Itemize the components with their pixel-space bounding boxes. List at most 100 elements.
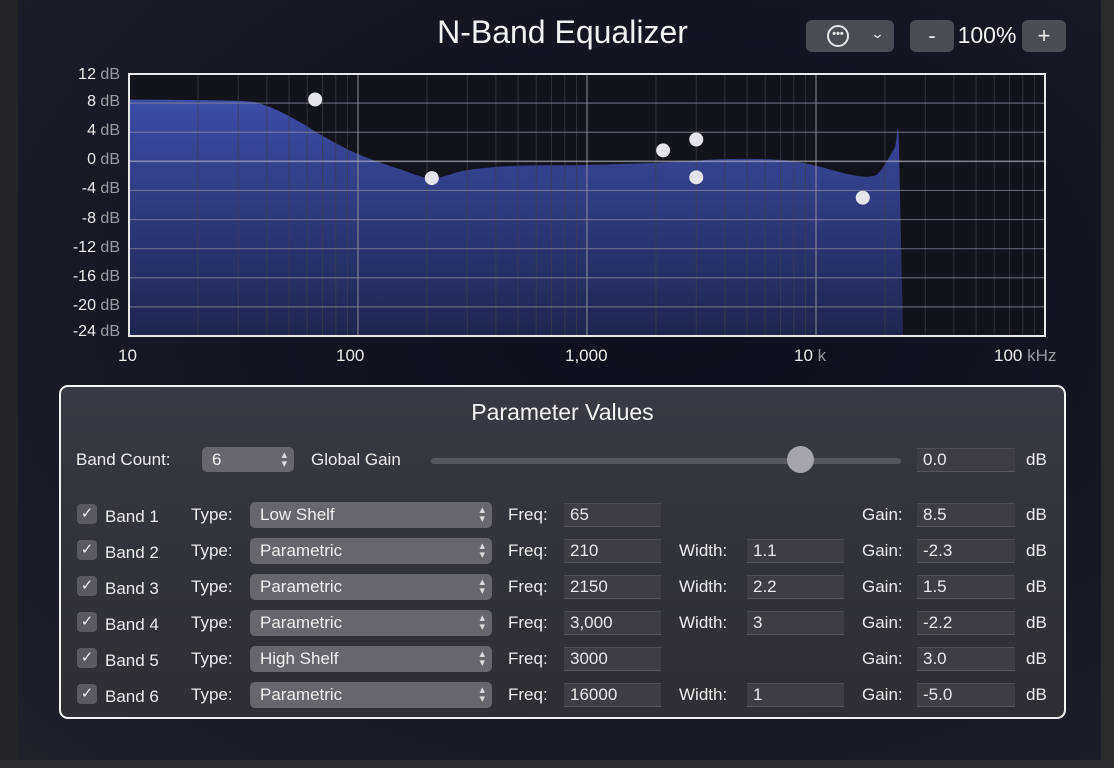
- y-tick-value: 4: [87, 122, 96, 140]
- band-5-freq-field[interactable]: 3000: [564, 647, 661, 671]
- x-tick-label: 1,000: [565, 346, 608, 366]
- y-tick-unit: dB: [100, 93, 120, 111]
- y-tick-label: 4 dB: [40, 122, 120, 140]
- band-5-type-label: Type:: [191, 649, 233, 668]
- band-5-enable-checkbox[interactable]: ✓: [77, 648, 97, 668]
- band-3-type-label: Type:: [191, 577, 233, 596]
- eq-response-chart[interactable]: [0, 0, 1114, 380]
- band-5-gain-label: Gain:: [862, 649, 903, 668]
- band-6-freq-label: Freq:: [508, 685, 548, 704]
- band-1-gain-unit: dB: [1026, 505, 1047, 524]
- x-tick-label: 100: [336, 346, 364, 366]
- band-2-type-select[interactable]: Parametric ▴ ▾: [250, 538, 492, 564]
- y-tick-value: 0: [87, 151, 96, 169]
- band-count-label: Band Count:: [76, 450, 171, 469]
- band-2-width-field[interactable]: 1.1: [747, 539, 844, 563]
- y-tick-value: -8: [81, 209, 96, 227]
- band-count-select[interactable]: 6 ▴ ▾: [202, 447, 294, 472]
- band-6-type-select[interactable]: Parametric ▴ ▾: [250, 682, 492, 708]
- band-6-handle[interactable]: [855, 190, 870, 205]
- band-6-type-label: Type:: [191, 685, 233, 704]
- global-gain-field[interactable]: 0.0: [917, 448, 1015, 472]
- y-tick-value: -16: [72, 267, 96, 285]
- band-2-handle[interactable]: [424, 171, 439, 186]
- band-4-freq-field[interactable]: 3,000: [564, 611, 661, 635]
- band-4-label: Band 4: [105, 615, 159, 634]
- band-5-label: Band 5: [105, 651, 159, 670]
- band-6-width-label: Width:: [679, 685, 728, 704]
- checkmark-icon: ✓: [80, 613, 94, 630]
- band-1-type-label: Type:: [191, 505, 233, 524]
- band-3-enable-checkbox[interactable]: ✓: [77, 576, 97, 596]
- band-4-gain-field[interactable]: -2.2: [917, 611, 1015, 635]
- y-tick-unit: dB: [100, 209, 120, 227]
- band-4-type-label: Type:: [191, 613, 233, 632]
- global-gain-slider-thumb[interactable]: [786, 446, 814, 473]
- y-tick-label: -20 dB: [40, 297, 120, 315]
- y-tick-unit: dB: [100, 66, 120, 83]
- band-5-gain-unit: dB: [1026, 649, 1047, 668]
- band-4-width-label: Width:: [679, 613, 728, 632]
- band-2-freq-label: Freq:: [508, 541, 548, 560]
- band-2-gain-unit: dB: [1026, 541, 1047, 560]
- band-1-type-select[interactable]: Low Shelf ▴ ▾: [250, 502, 492, 528]
- y-tick-value: 12: [78, 66, 96, 83]
- updown-arrows-icon: ▴ ▾: [479, 540, 485, 561]
- band-6-freq-field[interactable]: 16000: [564, 683, 661, 707]
- band-6-gain-label: Gain:: [862, 685, 903, 704]
- band-6-type-value: Parametric: [260, 685, 343, 704]
- updown-arrows-icon: ▴ ▾: [479, 612, 485, 633]
- band-3-gain-unit: dB: [1026, 577, 1047, 596]
- global-gain-label: Global Gain: [311, 450, 401, 469]
- band-2-type-label: Type:: [191, 541, 233, 560]
- band-1-handle[interactable]: [308, 92, 323, 107]
- band-1-freq-label: Freq:: [508, 505, 548, 524]
- band-3-handle[interactable]: [656, 143, 671, 158]
- checkmark-icon: ✓: [80, 649, 94, 666]
- y-tick-label: -8 dB: [40, 210, 120, 228]
- band-6-gain-field[interactable]: -5.0: [917, 683, 1015, 707]
- y-tick-label: 8 dB: [40, 93, 120, 111]
- x-tick-value: 100: [336, 346, 365, 365]
- checkmark-icon: ✓: [80, 541, 94, 558]
- band-2-gain-field[interactable]: -2.3: [917, 539, 1015, 563]
- band-5-type-value: High Shelf: [260, 649, 339, 668]
- y-tick-unit: dB: [100, 296, 120, 314]
- band-2-freq-field[interactable]: 210: [564, 539, 661, 563]
- band-1-enable-checkbox[interactable]: ✓: [77, 504, 97, 524]
- band-4-freq-label: Freq:: [508, 613, 548, 632]
- band-3-gain-field[interactable]: 1.5: [917, 575, 1015, 599]
- band-4-width-field[interactable]: 3: [747, 611, 844, 635]
- band-3-freq-field[interactable]: 2150: [564, 575, 661, 599]
- band-3-gain-label: Gain:: [862, 577, 903, 596]
- checkmark-icon: ✓: [80, 685, 94, 702]
- y-tick-label: 12 dB: [40, 66, 120, 84]
- band-5-gain-field[interactable]: 3.0: [917, 647, 1015, 671]
- band-4-handle[interactable]: [689, 170, 704, 185]
- y-tick-value: -4: [81, 180, 96, 198]
- y-tick-unit: dB: [100, 151, 120, 169]
- band-1-freq-field[interactable]: 65: [564, 503, 661, 527]
- band-5-type-select[interactable]: High Shelf ▴ ▾: [250, 646, 492, 672]
- global-gain-slider[interactable]: [431, 458, 901, 464]
- band-6-width-field[interactable]: 1: [747, 683, 844, 707]
- band-1-gain-field[interactable]: 8.5: [917, 503, 1015, 527]
- band-3-type-select[interactable]: Parametric ▴ ▾: [250, 574, 492, 600]
- bottom-edge: [0, 760, 1114, 768]
- band-6-enable-checkbox[interactable]: ✓: [77, 684, 97, 704]
- band-4-type-select[interactable]: Parametric ▴ ▾: [250, 610, 492, 636]
- band-2-enable-checkbox[interactable]: ✓: [77, 540, 97, 560]
- updown-arrows-icon: ▴ ▾: [479, 648, 485, 669]
- band-5-handle[interactable]: [689, 132, 704, 147]
- y-tick-label: -12 dB: [40, 239, 120, 257]
- panel-title: Parameter Values: [471, 399, 654, 425]
- band-6-label: Band 6: [105, 687, 159, 706]
- band-4-enable-checkbox[interactable]: ✓: [77, 612, 97, 632]
- band-3-width-field[interactable]: 2.2: [747, 575, 844, 599]
- updown-arrows-icon: ▴ ▾: [479, 576, 485, 597]
- band-count-value: 6: [212, 450, 222, 469]
- checkmark-icon: ✓: [80, 505, 94, 522]
- band-1-type-value: Low Shelf: [260, 505, 335, 524]
- y-tick-unit: dB: [100, 122, 120, 140]
- band-2-gain-label: Gain:: [862, 541, 903, 560]
